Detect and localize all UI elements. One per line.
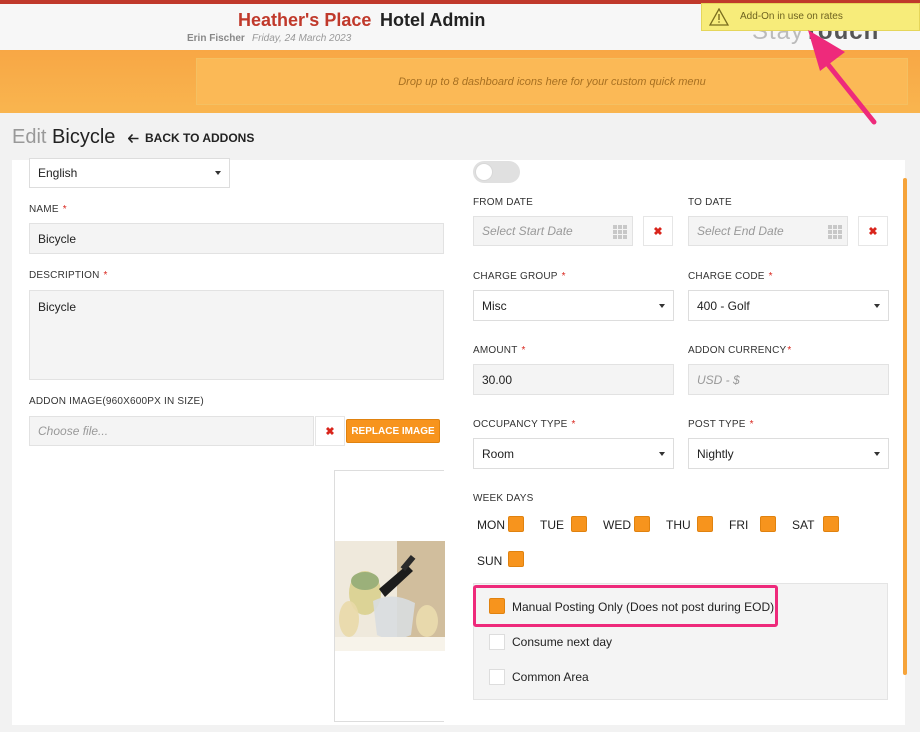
from-date-input[interactable]: Select Start Date xyxy=(473,216,633,246)
addon-image-label: ADDON IMAGE(960X600PX IN SIZE) xyxy=(29,396,204,407)
close-icon: ✖ xyxy=(653,225,663,238)
hotel-name[interactable]: Heather's Place xyxy=(238,10,371,31)
dropzone-hint: Drop up to 8 dashboard icons here for yo… xyxy=(398,75,706,88)
page-title-name: Bicycle xyxy=(52,126,116,148)
name-field[interactable]: Bicycle xyxy=(29,223,444,254)
weekday-fri-label: FRI xyxy=(729,518,749,532)
weekday-sat-label: SAT xyxy=(792,518,815,532)
weekday-fri-checkbox[interactable] xyxy=(760,516,776,532)
currency-field[interactable]: USD - $ xyxy=(688,364,889,395)
weekday-wed-checkbox[interactable] xyxy=(634,516,650,532)
back-to-addons-link[interactable]: BACK TO ADDONS xyxy=(128,131,254,145)
chevron-down-icon xyxy=(874,303,880,308)
arrow-left-icon xyxy=(128,133,139,143)
clear-to-date-button[interactable]: ✖ xyxy=(858,216,888,246)
toggle-knob xyxy=(475,163,493,181)
occupancy-type-select[interactable]: Room xyxy=(473,438,674,469)
chevron-down-icon xyxy=(215,171,221,175)
weekday-mon-label: MON xyxy=(477,518,505,532)
week-days-label: WEEK DAYS xyxy=(473,493,534,504)
from-date-placeholder: Select Start Date xyxy=(482,224,573,238)
occupancy-type-value: Room xyxy=(482,446,515,461)
file-placeholder: Choose file... xyxy=(38,424,109,438)
addon-photo xyxy=(335,541,445,651)
notice-text: Add-On in use on rates xyxy=(740,11,843,22)
calendar-icon[interactable] xyxy=(613,225,627,239)
description-value: Bicycle xyxy=(38,300,77,314)
post-type-label: POST TYPE * xyxy=(688,419,754,430)
warning-icon xyxy=(709,8,729,26)
active-toggle[interactable] xyxy=(473,161,520,183)
calendar-icon[interactable] xyxy=(828,225,842,239)
quick-menu-dropzone[interactable]: Drop up to 8 dashboard icons here for yo… xyxy=(196,58,908,105)
back-link-label: BACK TO ADDONS xyxy=(145,131,255,145)
clear-image-button[interactable]: ✖ xyxy=(315,416,345,446)
to-date-input[interactable]: Select End Date xyxy=(688,216,848,246)
description-label: DESCRIPTION * xyxy=(29,270,108,281)
addon-in-use-notice: Add-On in use on rates xyxy=(701,3,920,31)
weekday-wed-label: WED xyxy=(603,518,631,532)
weekday-thu-label: THU xyxy=(666,518,691,532)
language-select[interactable]: English xyxy=(29,158,230,188)
to-date-placeholder: Select End Date xyxy=(697,224,784,238)
language-value: English xyxy=(38,166,78,180)
charge-code-value: 400 - Golf xyxy=(697,298,750,313)
clear-from-date-button[interactable]: ✖ xyxy=(643,216,673,246)
charge-code-label: CHARGE CODE * xyxy=(688,271,773,282)
from-date-label: FROM DATE xyxy=(473,197,533,208)
close-icon: ✖ xyxy=(325,425,335,438)
charge-group-value: Misc xyxy=(482,298,507,313)
amount-field[interactable]: 30.00 xyxy=(473,364,674,395)
common-area-label: Common Area xyxy=(512,670,589,684)
page-title: Edit Bicycle xyxy=(12,126,115,149)
weekday-thu-checkbox[interactable] xyxy=(697,516,713,532)
replace-image-button[interactable]: REPLACE IMAGE xyxy=(346,419,440,443)
charge-group-label: CHARGE GROUP * xyxy=(473,271,566,282)
common-area-checkbox[interactable] xyxy=(489,669,505,685)
description-field[interactable]: Bicycle xyxy=(29,290,444,380)
chevron-down-icon xyxy=(659,303,665,308)
currency-label: ADDON CURRENCY* xyxy=(688,345,792,356)
amount-value: 30.00 xyxy=(482,372,513,387)
charge-code-select[interactable]: 400 - Golf xyxy=(688,290,889,321)
weekday-sat-checkbox[interactable] xyxy=(823,516,839,532)
consume-next-day-label: Consume next day xyxy=(512,635,613,649)
currency-placeholder: USD - $ xyxy=(697,372,740,387)
post-type-value: Nightly xyxy=(697,446,734,461)
file-input[interactable]: Choose file... xyxy=(29,416,314,446)
weekday-tue-checkbox[interactable] xyxy=(571,516,587,532)
chevron-down-icon xyxy=(659,451,665,456)
name-label: NAME * xyxy=(29,204,67,215)
current-date: Friday, 24 March 2023 xyxy=(252,33,352,44)
chevron-down-icon xyxy=(874,451,880,456)
close-icon: ✖ xyxy=(868,225,878,238)
addon-image-preview xyxy=(334,470,445,722)
post-type-select[interactable]: Nightly xyxy=(688,438,889,469)
annotation-highlight-box xyxy=(473,585,778,627)
consume-next-day-checkbox[interactable] xyxy=(489,634,505,650)
amount-label: AMOUNT * xyxy=(473,345,526,356)
scrollbar[interactable] xyxy=(903,178,907,675)
user-name[interactable]: Erin Fischer xyxy=(187,33,245,44)
to-date-label: TO DATE xyxy=(688,197,732,208)
champagne-image xyxy=(335,541,445,651)
occupancy-type-label: OCCUPANCY TYPE * xyxy=(473,419,576,430)
quick-menu-bar: Drop up to 8 dashboard icons here for yo… xyxy=(0,50,920,113)
name-value: Bicycle xyxy=(38,231,77,246)
app-name: Hotel Admin xyxy=(380,10,486,30)
weekday-sun-checkbox[interactable] xyxy=(508,551,524,567)
weekday-mon-checkbox[interactable] xyxy=(508,516,524,532)
weekday-tue-label: TUE xyxy=(540,518,564,532)
weekday-sun-label: SUN xyxy=(477,554,503,568)
charge-group-select[interactable]: Misc xyxy=(473,290,674,321)
page-title-prefix: Edit xyxy=(12,126,47,148)
